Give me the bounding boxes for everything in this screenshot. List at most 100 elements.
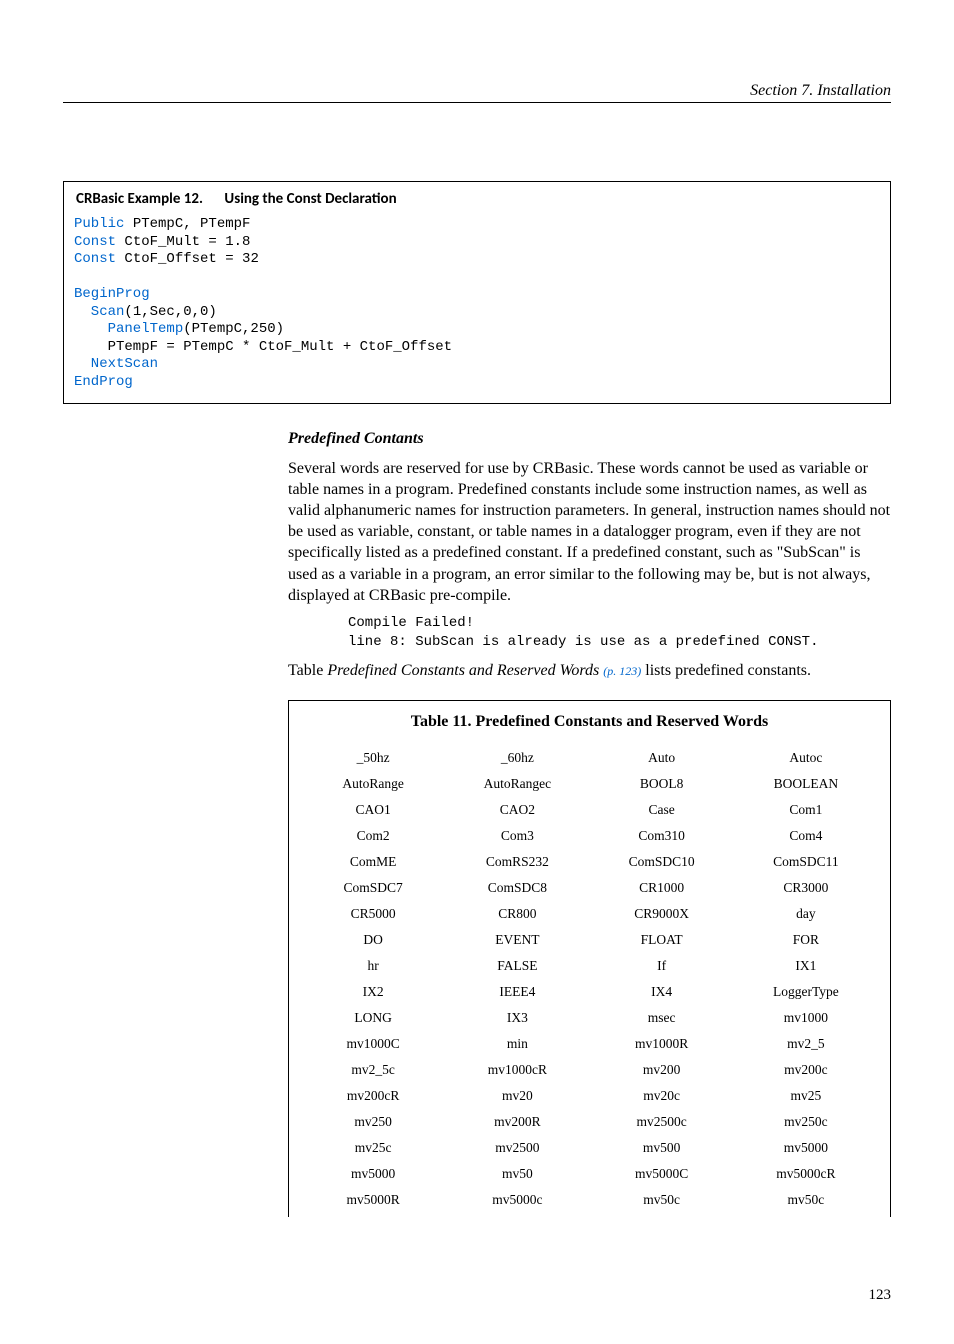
table-11: Table 11. Predefined Constants and Reser…	[288, 700, 891, 1217]
table-cell: Case	[590, 797, 734, 823]
code-text: PTempF = PTempC * CtoF_Mult + CtoF_Offse…	[74, 339, 452, 355]
constants-grid: _50hz_60hzAutoAutocAutoRangeAutoRangecBO…	[301, 745, 878, 1213]
code-text: PTempC, PTempF	[124, 216, 250, 232]
error-line: Compile Failed!	[348, 615, 474, 631]
code-kw: NextScan	[74, 356, 158, 372]
table-cell: ComRS232	[445, 849, 589, 875]
table-cell: ComSDC7	[301, 875, 445, 901]
ref-text: lists predefined constants.	[641, 662, 811, 679]
error-output: Compile Failed! line 8: SubScan is alrea…	[348, 614, 891, 652]
table-row: IX2IEEE4IX4LoggerType	[301, 979, 878, 1005]
table-cell: CAO2	[445, 797, 589, 823]
table-cell: AutoRange	[301, 771, 445, 797]
table-cell: ComSDC8	[445, 875, 589, 901]
table-cell: mv50c	[590, 1187, 734, 1213]
code-kw: Public	[74, 216, 124, 232]
table-cell: Com4	[734, 823, 878, 849]
table-cell: Auto	[590, 745, 734, 771]
table-row: _50hz_60hzAutoAutoc	[301, 745, 878, 771]
table-cell: ComSDC10	[590, 849, 734, 875]
code-text	[74, 269, 82, 285]
page-ref-link[interactable]: (p. 123)	[603, 664, 641, 678]
code-text: CtoF_Mult = 1.8	[116, 234, 250, 250]
crbasic-example-box: CRBasic Example 12. Using the Const Decl…	[63, 181, 891, 404]
table-cell: FOR	[734, 927, 878, 953]
table-cell: mv2500c	[590, 1109, 734, 1135]
table-cell: CR3000	[734, 875, 878, 901]
table-row: mv25cmv2500mv500mv5000	[301, 1135, 878, 1161]
code-kw: EndProg	[74, 374, 133, 390]
table-cell: EVENT	[445, 927, 589, 953]
ref-title: Predefined Constants and Reserved Words	[327, 662, 603, 679]
table-row: mv200cRmv20mv20cmv25	[301, 1083, 878, 1109]
table-cell: mv1000cR	[445, 1057, 589, 1083]
table-cell: Com1	[734, 797, 878, 823]
table-row: mv250mv200Rmv2500cmv250c	[301, 1109, 878, 1135]
table-cell: DO	[301, 927, 445, 953]
table-cell: mv500	[590, 1135, 734, 1161]
code-kw: Const	[74, 234, 116, 250]
table-cell: mv2_5c	[301, 1057, 445, 1083]
table-cell: IX1	[734, 953, 878, 979]
content-column: Predefined Contants Several words are re…	[288, 430, 891, 1217]
table-cell: mv200c	[734, 1057, 878, 1083]
code-text: CtoF_Offset = 32	[116, 251, 259, 267]
table-cell: CR800	[445, 901, 589, 927]
table-row: AutoRangeAutoRangecBOOL8BOOLEAN	[301, 771, 878, 797]
table-cell: If	[590, 953, 734, 979]
table-cell: CAO1	[301, 797, 445, 823]
table-cell: _60hz	[445, 745, 589, 771]
table-cell: LoggerType	[734, 979, 878, 1005]
table-cell: hr	[301, 953, 445, 979]
table-row: DOEVENTFLOATFOR	[301, 927, 878, 953]
table-row: CR5000CR800CR9000Xday	[301, 901, 878, 927]
table-cell: mv200R	[445, 1109, 589, 1135]
example-caption: Using the Const Declaration	[224, 190, 396, 208]
error-line: line 8: SubScan is already is use as a p…	[348, 634, 818, 650]
table-cell: mv50c	[734, 1187, 878, 1213]
table-cell: mv2500	[445, 1135, 589, 1161]
table-cell: mv5000	[301, 1161, 445, 1187]
table-row: Com2Com3Com310Com4	[301, 823, 878, 849]
ref-text: Table	[288, 662, 327, 679]
table-cell: CR1000	[590, 875, 734, 901]
table-cell: mv200cR	[301, 1083, 445, 1109]
code-kw: BeginProg	[74, 286, 150, 302]
table-cell: mv5000c	[445, 1187, 589, 1213]
table-cell: mv1000C	[301, 1031, 445, 1057]
table-cell: mv250c	[734, 1109, 878, 1135]
table-cell: LONG	[301, 1005, 445, 1031]
reference-line: Table Predefined Constants and Reserved …	[288, 662, 891, 680]
example-number: CRBasic Example 12.	[76, 190, 203, 208]
table-row: mv5000mv50mv5000Cmv5000cR	[301, 1161, 878, 1187]
table-cell: mv50	[445, 1161, 589, 1187]
table-cell: ComME	[301, 849, 445, 875]
table-row: mv2_5cmv1000cRmv200mv200c	[301, 1057, 878, 1083]
code-kw: Scan	[74, 304, 124, 320]
table-cell: mv1000	[734, 1005, 878, 1031]
table-row: CAO1CAO2CaseCom1	[301, 797, 878, 823]
table-cell: mv1000R	[590, 1031, 734, 1057]
code-block: Public PTempC, PTempF Const CtoF_Mult = …	[64, 212, 890, 397]
table-cell: mv5000	[734, 1135, 878, 1161]
table-cell: CR9000X	[590, 901, 734, 927]
subsection-heading: Predefined Contants	[288, 430, 891, 448]
table-cell: msec	[590, 1005, 734, 1031]
table-cell: day	[734, 901, 878, 927]
code-kw: Const	[74, 251, 116, 267]
table-cell: FALSE	[445, 953, 589, 979]
table-cell: mv5000cR	[734, 1161, 878, 1187]
table-cell: Autoc	[734, 745, 878, 771]
table-cell: AutoRangec	[445, 771, 589, 797]
table-caption: Table 11. Predefined Constants and Reser…	[301, 713, 878, 731]
running-header: Section 7. Installation	[63, 82, 891, 103]
page: Section 7. Installation CRBasic Example …	[0, 0, 954, 1344]
table-cell: BOOLEAN	[734, 771, 878, 797]
table-cell: CR5000	[301, 901, 445, 927]
table-cell: BOOL8	[590, 771, 734, 797]
body-paragraph: Several words are reserved for use by CR…	[288, 458, 891, 606]
table-cell: min	[445, 1031, 589, 1057]
table-cell: _50hz	[301, 745, 445, 771]
table-cell: mv25	[734, 1083, 878, 1109]
table-row: hrFALSEIfIX1	[301, 953, 878, 979]
